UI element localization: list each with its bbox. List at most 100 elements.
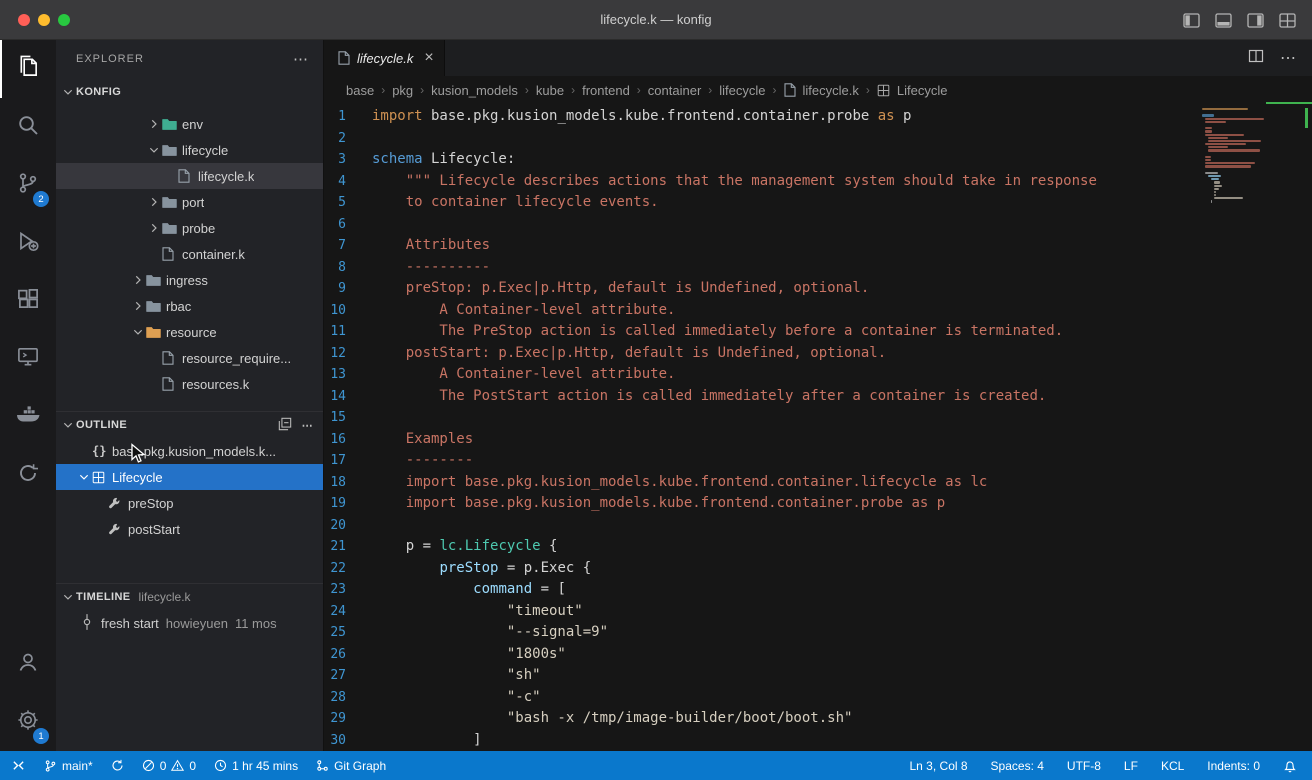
collapse-all-icon[interactable] bbox=[278, 417, 292, 434]
outline-item-lifecycle[interactable]: Lifecycle bbox=[56, 464, 323, 490]
activity-docker-button[interactable] bbox=[0, 388, 56, 446]
code-line[interactable]: 17 -------- bbox=[324, 450, 1312, 472]
status-indentation[interactable]: Spaces: 4 bbox=[988, 759, 1047, 773]
zoom-window-button[interactable] bbox=[58, 14, 70, 26]
tree-folder-resource[interactable]: resource bbox=[56, 319, 323, 345]
minimize-window-button[interactable] bbox=[38, 14, 50, 26]
breadcrumb-base[interactable]: base bbox=[346, 83, 374, 98]
status-cursor-position[interactable]: Ln 3, Col 8 bbox=[907, 759, 971, 773]
status-kcl-indents[interactable]: Indents: 0 bbox=[1204, 759, 1263, 773]
code-editor[interactable]: 1import base.pkg.kusion_models.kube.fron… bbox=[324, 104, 1312, 751]
activity-source-control-button[interactable]: 2 bbox=[0, 156, 56, 214]
chevron-right-icon[interactable] bbox=[146, 117, 162, 131]
editor-more-actions-icon[interactable]: ⋯ bbox=[1280, 48, 1296, 68]
code-line[interactable]: 26 "1800s" bbox=[324, 644, 1312, 666]
konfig-section-header[interactable]: KONFIG bbox=[56, 78, 323, 105]
breadcrumb-kusion-models[interactable]: kusion_models bbox=[431, 83, 518, 98]
chevron-right-icon[interactable] bbox=[130, 299, 146, 313]
outline-more-actions-icon[interactable]: ⋯ bbox=[302, 419, 313, 432]
chevron-down-icon[interactable] bbox=[76, 470, 92, 484]
code-line[interactable]: 30 ] bbox=[324, 730, 1312, 752]
chevron-right-icon[interactable] bbox=[146, 221, 162, 235]
status-sync[interactable] bbox=[108, 759, 127, 772]
tree-folder-env[interactable]: env bbox=[56, 111, 323, 137]
breadcrumb-pkg[interactable]: pkg bbox=[392, 83, 413, 98]
code-line[interactable]: 3schema Lifecycle: bbox=[324, 149, 1312, 171]
tree-file-resources-k[interactable]: resources.k bbox=[56, 371, 323, 397]
code-line[interactable]: 18 import base.pkg.kusion_models.kube.fr… bbox=[324, 472, 1312, 494]
toggle-panel-icon[interactable] bbox=[1215, 13, 1232, 28]
activity-remote-explorer-button[interactable] bbox=[0, 330, 56, 388]
timeline-item[interactable]: fresh start howieyuen 11 mos bbox=[56, 610, 323, 636]
code-line[interactable]: 15 bbox=[324, 407, 1312, 429]
split-editor-icon[interactable] bbox=[1248, 48, 1264, 69]
tree-folder-rbac[interactable]: rbac bbox=[56, 293, 323, 319]
breadcrumb-symbol[interactable]: Lifecycle bbox=[897, 83, 948, 98]
breadcrumb-lifecycle[interactable]: lifecycle bbox=[719, 83, 765, 98]
tree-file-container-k[interactable]: container.k bbox=[56, 241, 323, 267]
code-line[interactable]: 10 A Container-level attribute. bbox=[324, 300, 1312, 322]
tree-folder-port[interactable]: port bbox=[56, 189, 323, 215]
tree-folder-ingress[interactable]: ingress bbox=[56, 267, 323, 293]
activity-extensions-button[interactable] bbox=[0, 272, 56, 330]
code-line[interactable]: 12 postStart: p.Exec|p.Http, default is … bbox=[324, 343, 1312, 365]
code-line[interactable]: 14 The PostStart action is called immedi… bbox=[324, 386, 1312, 408]
code-line[interactable]: 1import base.pkg.kusion_models.kube.fron… bbox=[324, 106, 1312, 128]
chevron-right-icon[interactable] bbox=[146, 195, 162, 209]
tree-folder-probe[interactable]: probe bbox=[56, 215, 323, 241]
tree-file-lifecycle-k[interactable]: lifecycle.k bbox=[56, 163, 323, 189]
customize-layout-icon[interactable] bbox=[1279, 13, 1296, 28]
code-line[interactable]: 29 "bash -x /tmp/image-builder/boot/boot… bbox=[324, 708, 1312, 730]
activity-explorer-button[interactable] bbox=[0, 40, 56, 98]
activity-settings-button[interactable]: 1 bbox=[0, 693, 56, 751]
status-problems[interactable]: 0 0 bbox=[139, 759, 199, 773]
breadcrumb-frontend[interactable]: frontend bbox=[582, 83, 630, 98]
explorer-more-actions-icon[interactable]: ⋯ bbox=[293, 50, 309, 68]
breadcrumb-kube[interactable]: kube bbox=[536, 83, 564, 98]
activity-run-debug-button[interactable] bbox=[0, 214, 56, 272]
close-tab-icon[interactable]: × bbox=[424, 50, 433, 66]
code-line[interactable]: 22 preStop = p.Exec { bbox=[324, 558, 1312, 580]
code-line[interactable]: 20 bbox=[324, 515, 1312, 537]
code-line[interactable]: 25 "--signal=9" bbox=[324, 622, 1312, 644]
code-line[interactable]: 4 """ Lifecycle describes actions that t… bbox=[324, 171, 1312, 193]
status-branch[interactable]: main* bbox=[41, 759, 96, 773]
code-line[interactable]: 19 import base.pkg.kusion_models.kube.fr… bbox=[324, 493, 1312, 515]
status-language[interactable]: KCL bbox=[1158, 759, 1187, 773]
code-line[interactable]: 8 ---------- bbox=[324, 257, 1312, 279]
minimap[interactable] bbox=[1202, 108, 1298, 204]
status-eol[interactable]: LF bbox=[1121, 759, 1141, 773]
code-line[interactable]: 23 command = [ bbox=[324, 579, 1312, 601]
close-window-button[interactable] bbox=[18, 14, 30, 26]
activity-history-button[interactable] bbox=[0, 446, 56, 504]
code-line[interactable]: 2 bbox=[324, 128, 1312, 150]
tree-folder-lifecycle[interactable]: lifecycle bbox=[56, 137, 323, 163]
code-line[interactable]: 16 Examples bbox=[324, 429, 1312, 451]
toggle-secondary-sidebar-icon[interactable] bbox=[1247, 13, 1264, 28]
breadcrumb-file[interactable]: lifecycle.k bbox=[803, 83, 859, 98]
chevron-down-icon[interactable] bbox=[130, 325, 146, 339]
code-line[interactable]: 11 The PreStop action is called immediat… bbox=[324, 321, 1312, 343]
code-line[interactable]: 6 bbox=[324, 214, 1312, 236]
tab-lifecycle-k[interactable]: lifecycle.k × bbox=[324, 40, 445, 76]
outline-item-prestop[interactable]: preStop bbox=[56, 490, 323, 516]
breadcrumb-container[interactable]: container bbox=[648, 83, 701, 98]
remote-indicator[interactable] bbox=[8, 759, 29, 772]
tree-file-resource-require[interactable]: resource_require... bbox=[56, 345, 323, 371]
status-git-graph[interactable]: Git Graph bbox=[313, 759, 389, 773]
activity-accounts-button[interactable] bbox=[0, 635, 56, 693]
status-encoding[interactable]: UTF-8 bbox=[1064, 759, 1104, 773]
chevron-down-icon[interactable] bbox=[146, 143, 162, 157]
code-line[interactable]: 24 "timeout" bbox=[324, 601, 1312, 623]
activity-search-button[interactable] bbox=[0, 98, 56, 156]
code-line[interactable]: 13 A Container-level attribute. bbox=[324, 364, 1312, 386]
outline-section-header[interactable]: OUTLINE ⋯ bbox=[56, 411, 323, 438]
status-duration[interactable]: 1 hr 45 mins bbox=[211, 759, 301, 773]
code-line[interactable]: 28 "-c" bbox=[324, 687, 1312, 709]
code-line[interactable]: 21 p = lc.Lifecycle { bbox=[324, 536, 1312, 558]
chevron-right-icon[interactable] bbox=[130, 273, 146, 287]
code-line[interactable]: 7 Attributes bbox=[324, 235, 1312, 257]
code-line[interactable]: 27 "sh" bbox=[324, 665, 1312, 687]
status-notifications[interactable] bbox=[1280, 759, 1300, 773]
outline-item-poststart[interactable]: postStart bbox=[56, 516, 323, 542]
